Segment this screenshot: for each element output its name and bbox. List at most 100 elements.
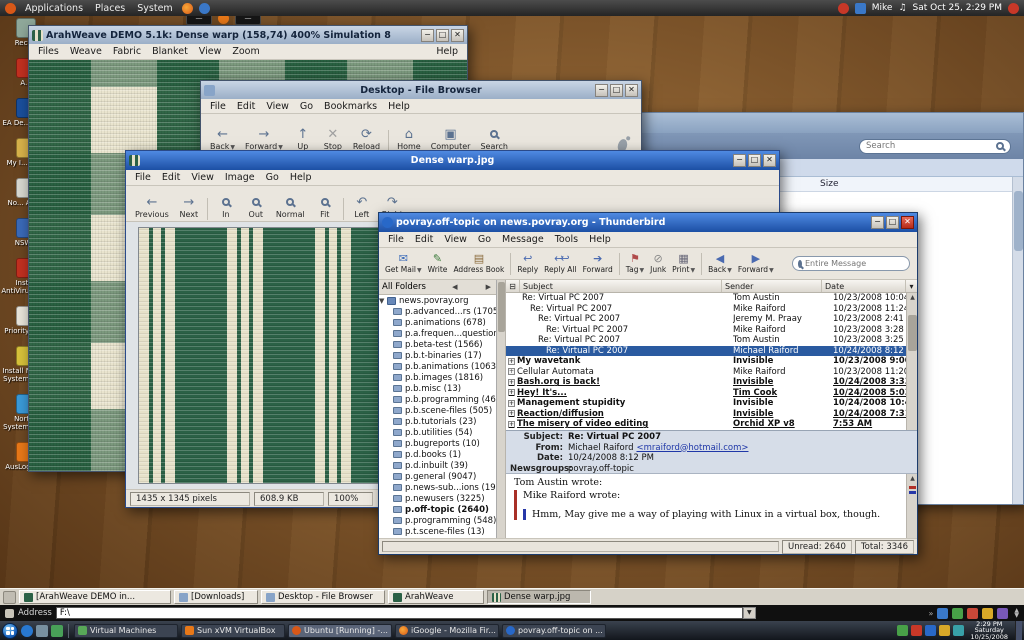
folder-item[interactable]: p.d.books (1) xyxy=(379,449,496,460)
maximize-button[interactable]: □ xyxy=(748,154,761,167)
stop-button[interactable]: ✕Stop xyxy=(318,127,348,152)
menu-blanket[interactable]: Blanket xyxy=(147,45,193,58)
menu-help[interactable]: Help xyxy=(431,45,463,58)
explorer-titlebar[interactable] xyxy=(640,113,1023,133)
window-list-button-arahweave-demo[interactable]: [ArahWeave DEMO in... xyxy=(19,590,171,604)
message-row[interactable]: +Hey! It's...Tim Cook10/24/2008 5:03 A..… xyxy=(506,388,917,399)
back-button[interactable]: ←Back▼ xyxy=(205,127,240,152)
menu-fabric[interactable]: Fabric xyxy=(108,45,146,58)
minimize-button[interactable]: − xyxy=(733,154,746,167)
chevron-right-icon[interactable]: » xyxy=(928,609,933,618)
folder-item[interactable]: p.bugreports (10) xyxy=(379,438,496,449)
folder-pane-prev-icon[interactable]: ◀ xyxy=(450,283,459,291)
close-button[interactable]: ✕ xyxy=(763,154,776,167)
mail-notifier-icon[interactable] xyxy=(855,3,866,14)
body-scrollbar[interactable]: ▲ xyxy=(906,474,917,538)
close-button[interactable]: ✕ xyxy=(451,29,464,42)
distro-logo-icon[interactable] xyxy=(5,3,16,14)
message-search-input[interactable] xyxy=(805,259,906,268)
firefox-launcher-icon[interactable] xyxy=(182,3,193,14)
junk-button[interactable]: ⊘Junk xyxy=(647,253,669,274)
message-row[interactable]: +Bash.org is back!Invisible10/24/2008 3:… xyxy=(506,377,917,388)
folder-item-off-topic[interactable]: p.off-topic (2640) xyxy=(379,504,496,515)
folder-item[interactable]: p.b.utilities (54) xyxy=(379,427,496,438)
window-list-button-arahweave[interactable]: ArahWeave xyxy=(388,590,484,604)
menu-help[interactable]: Help xyxy=(584,233,616,246)
menu-view[interactable]: View xyxy=(186,171,219,184)
computer-button[interactable]: ▣Computer xyxy=(426,127,476,152)
message-search-box[interactable] xyxy=(792,256,910,271)
folder-item[interactable]: p.b.images (1816) xyxy=(379,372,496,383)
folder-item[interactable]: p.news-sub...ions (195) xyxy=(379,482,496,493)
menu-help[interactable]: Help xyxy=(285,171,317,184)
tray-toolbar-icon[interactable] xyxy=(997,608,1008,619)
taskbar-button-thunderbird[interactable]: povray.off-topic on ... xyxy=(502,624,606,638)
file-browser-titlebar[interactable]: Desktop - File Browser − □ ✕ xyxy=(201,81,641,99)
help-launcher-icon[interactable] xyxy=(199,3,210,14)
tray-icon-teal[interactable] xyxy=(953,625,964,636)
folder-item[interactable]: p.general (9047) xyxy=(379,471,496,482)
thread-expander-icon[interactable]: + xyxy=(508,410,515,417)
folder-item[interactable]: p.b.animations (1063) xyxy=(379,361,496,372)
account-row[interactable]: ▼news.povray.org xyxy=(379,295,496,306)
reply-button[interactable]: ↩Reply xyxy=(514,253,541,274)
quit-icon[interactable] xyxy=(1008,3,1019,14)
message-row[interactable]: Re: Virtual PC 2007Mike Raiford10/23/200… xyxy=(506,304,917,315)
folder-item[interactable]: p.t.scene-files (13) xyxy=(379,526,496,537)
write-button[interactable]: ✎Write xyxy=(425,253,451,274)
tray-icon-red[interactable] xyxy=(911,625,922,636)
menu-message[interactable]: Message xyxy=(497,233,549,246)
tray-icon-yellow[interactable] xyxy=(939,625,950,636)
scrollbar-thumb[interactable] xyxy=(1014,191,1023,251)
up-button[interactable]: ↑Up xyxy=(288,127,318,152)
toolbar-scroll-arrows[interactable]: ▲▼ xyxy=(1014,608,1019,618)
thread-expander-icon[interactable]: + xyxy=(508,400,515,407)
update-notifier-icon[interactable] xyxy=(838,3,849,14)
thread-expander-icon[interactable]: + xyxy=(508,358,515,365)
panel-clock[interactable]: Sat Oct 25, 2:29 PM xyxy=(913,3,1002,13)
maximize-button[interactable]: □ xyxy=(610,84,623,97)
window-list-button-dense-warp[interactable]: Dense warp.jpg xyxy=(487,590,591,604)
explorer-column-headers[interactable]: Size xyxy=(768,177,1012,192)
folder-item[interactable]: p.b.tutorials (23) xyxy=(379,416,496,427)
menu-go[interactable]: Go xyxy=(295,100,318,113)
arahweave-titlebar[interactable]: ArahWeave DEMO 5.1k: Dense warp (158,74)… xyxy=(29,26,467,44)
places-menu[interactable]: Places xyxy=(92,3,128,14)
tray-toolbar-icon[interactable] xyxy=(952,608,963,619)
folder-item[interactable]: p.advanced...rs (1705) xyxy=(379,306,496,317)
taskbar-button-ubuntu[interactable]: Ubuntu [Running] -... xyxy=(288,624,392,638)
menu-file[interactable]: File xyxy=(130,171,156,184)
message-row[interactable]: Re: Virtual PC 2007Tom Austin10/23/2008 … xyxy=(506,293,917,304)
maximize-button[interactable]: □ xyxy=(436,29,449,42)
subject-column-header[interactable]: Subject xyxy=(520,280,722,292)
thunderbird-titlebar[interactable]: povray.off-topic on news.povray.org - Th… xyxy=(379,213,917,232)
menu-view[interactable]: View xyxy=(439,233,472,246)
tray-toolbar-icon[interactable] xyxy=(982,608,993,619)
folder-item[interactable]: p.a.frequen...questions xyxy=(379,328,496,339)
folder-item[interactable]: p.beta-test (1566) xyxy=(379,339,496,350)
explorer-search-box[interactable] xyxy=(859,139,1011,154)
folder-item[interactable]: p.b.programming (46) xyxy=(379,394,496,405)
window-list-button-file-browser[interactable]: Desktop - File Browser xyxy=(261,590,385,604)
menu-view[interactable]: View xyxy=(261,100,294,113)
menu-tools[interactable]: Tools xyxy=(550,233,583,246)
zoom-normal-button[interactable]: Normal xyxy=(271,192,310,220)
preview-from-email[interactable]: <mraiford@hotmail.com> xyxy=(636,443,748,454)
menu-files[interactable]: Files xyxy=(33,45,64,58)
quick-launch-browser-icon[interactable] xyxy=(21,625,33,637)
forward-nav-button[interactable]: ▶Forward▼ xyxy=(735,253,777,274)
thread-expander-icon[interactable]: + xyxy=(508,421,515,428)
window-list-button-downloads[interactable]: [Downloads] xyxy=(174,590,258,604)
message-row[interactable]: +Management stupidityInvisible10/24/2008… xyxy=(506,398,917,409)
taskbar-button-virtualbox[interactable]: Sun xVM VirtualBox xyxy=(181,624,285,638)
taskbar-button-firefox[interactable]: iGoogle - Mozilla Fir... xyxy=(395,624,499,638)
message-row[interactable]: Re: Virtual PC 2007Mike Raiford10/23/200… xyxy=(506,325,917,336)
menu-help[interactable]: Help xyxy=(383,100,415,113)
folder-item[interactable]: p.b.scene-files (505) xyxy=(379,405,496,416)
reload-button[interactable]: ⟳Reload xyxy=(348,127,385,152)
address-book-button[interactable]: ▤Address Book xyxy=(450,253,507,274)
menu-zoom[interactable]: Zoom xyxy=(227,45,264,58)
expander-icon[interactable]: ▼ xyxy=(379,297,387,305)
volume-icon[interactable]: ♫ xyxy=(898,3,906,13)
taskbar-clock[interactable]: 2:29 PM Saturday 10/25/2008 xyxy=(967,621,1012,640)
